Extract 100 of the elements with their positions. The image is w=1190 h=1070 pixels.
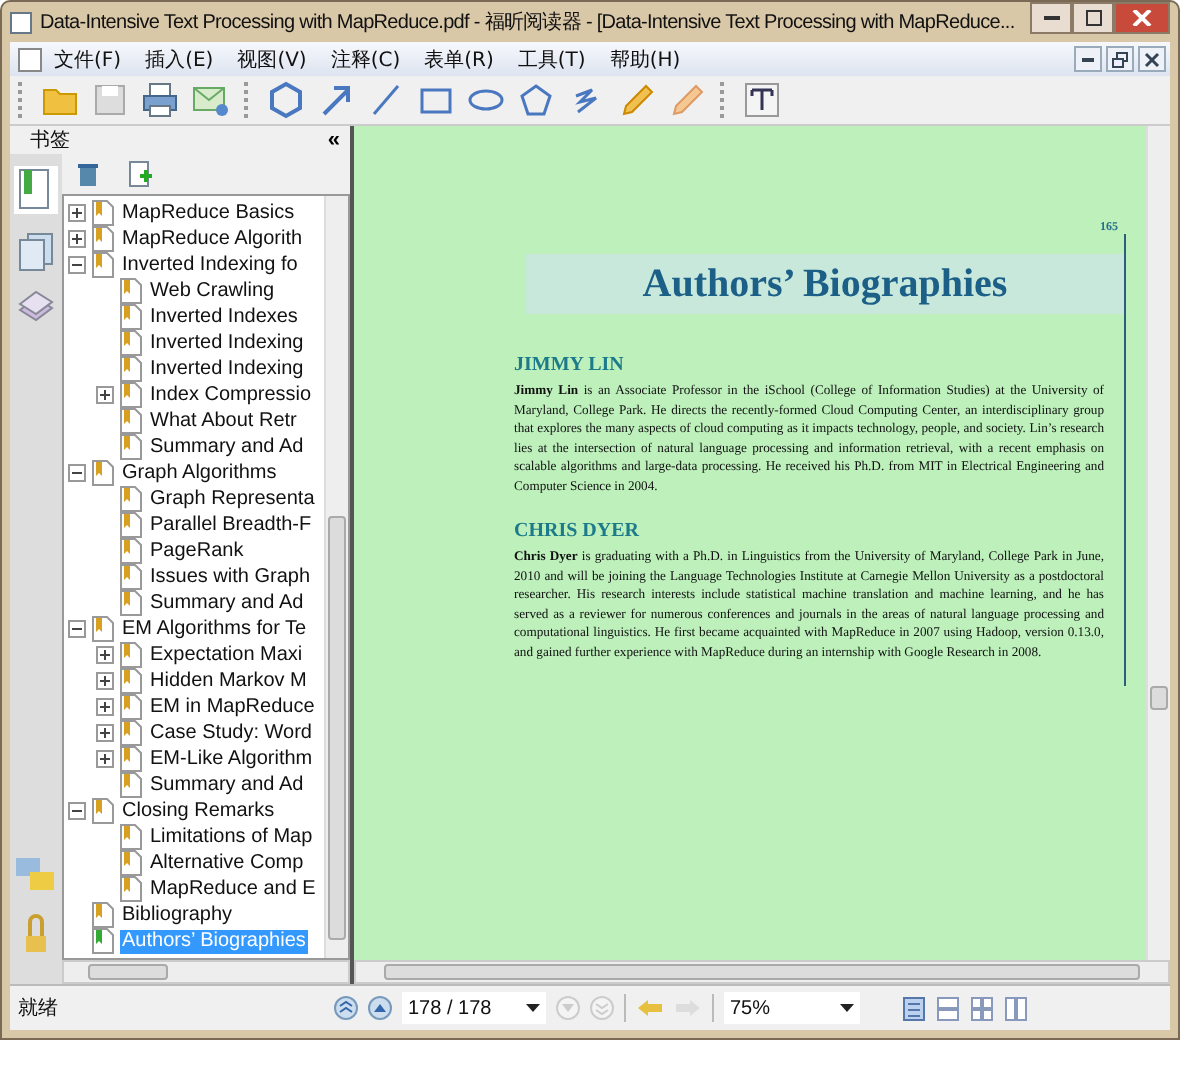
close-button[interactable]: [1138, 46, 1166, 72]
bookmarks-tab-icon[interactable]: [14, 166, 58, 214]
document-icon: [18, 47, 42, 71]
minimize-icon: [1043, 16, 1059, 20]
bookmark-item[interactable]: What About Retr: [148, 409, 299, 433]
menu-item[interactable]: 插入(E): [145, 45, 214, 73]
bookmark-item[interactable]: Inverted Indexing fo: [120, 253, 300, 277]
bookmark-item[interactable]: EM-Like Algorithm: [148, 747, 315, 771]
single-page-icon[interactable]: [902, 995, 926, 1021]
first-page-button[interactable]: [334, 996, 358, 1020]
bookmark-icon: [92, 616, 114, 642]
expand-icon[interactable]: [96, 386, 118, 404]
expand-icon[interactable]: [96, 672, 118, 690]
collapse-icon[interactable]: [68, 802, 90, 820]
collapse-button[interactable]: «: [327, 129, 340, 151]
bookmark-icon: [120, 772, 142, 798]
scrollbar[interactable]: [324, 196, 348, 958]
expand-icon[interactable]: [96, 646, 118, 664]
bookmark-add-icon[interactable]: [126, 160, 154, 188]
bookmark-item[interactable]: Bibliography: [120, 903, 235, 927]
bookmark-icon: [120, 382, 142, 408]
maximize-button[interactable]: [1072, 2, 1114, 34]
bookmark-item[interactable]: Summary and Ad: [148, 773, 306, 797]
trash-icon[interactable]: [74, 160, 102, 188]
bookmark-item[interactable]: Index Compressio: [148, 383, 314, 407]
page-field[interactable]: 178 / 178: [402, 992, 546, 1024]
bookmark-item[interactable]: Limitations of Map: [148, 825, 315, 849]
bookmark-item[interactable]: EM Algorithms for Te: [120, 617, 309, 641]
bookmark-item[interactable]: MapReduce Basics: [120, 201, 297, 225]
bookmark-icon: [92, 798, 114, 824]
facing-pages-icon[interactable]: [970, 995, 994, 1021]
layers-tab-icon[interactable]: [14, 290, 58, 326]
bookmark-item[interactable]: Case Study: Word: [148, 721, 314, 745]
collapse-icon[interactable]: [68, 256, 90, 274]
restore-button[interactable]: [1106, 46, 1134, 72]
bookmark-item[interactable]: Inverted Indexing: [148, 331, 306, 355]
bookmark-item[interactable]: Closing Remarks: [120, 799, 277, 823]
bookmark-item[interactable]: PageRank: [148, 539, 246, 563]
collapse-icon[interactable]: [68, 620, 90, 638]
minimize-button[interactable]: [1074, 46, 1102, 72]
polygon-icon[interactable]: [266, 80, 306, 120]
menu-item[interactable]: 视图(V): [237, 45, 307, 73]
bookmark-item[interactable]: Alternative Comp: [148, 851, 306, 875]
pages-tab-icon[interactable]: [14, 230, 58, 274]
scrollbar[interactable]: [1146, 126, 1170, 960]
expand-icon[interactable]: [96, 724, 118, 742]
expand-icon[interactable]: [96, 698, 118, 716]
minimize-button[interactable]: [1030, 2, 1072, 34]
caret-icon[interactable]: [526, 1004, 540, 1012]
bookmark-item[interactable]: Summary and Ad: [148, 435, 306, 459]
bookmark-item[interactable]: Hidden Markov M: [148, 669, 309, 693]
save-icon[interactable]: [90, 80, 130, 120]
bookmark-icon: [120, 642, 142, 668]
bookmark-icon: [120, 330, 142, 356]
expand-icon[interactable]: [68, 230, 90, 248]
bookmark-icon: [120, 694, 142, 720]
bookmark-item[interactable]: Inverted Indexing: [148, 357, 306, 381]
bookmark-icon: [92, 252, 114, 278]
bookmark-icon: [120, 850, 142, 876]
zoom-field[interactable]: 75%: [724, 992, 860, 1024]
scrollbar[interactable]: [354, 960, 1170, 984]
bookmark-item[interactable]: MapReduce and E: [148, 877, 318, 901]
continuous-page-icon[interactable]: [936, 995, 960, 1021]
pentagon-icon[interactable]: [516, 80, 556, 120]
printer-icon[interactable]: [140, 80, 180, 120]
bookmark-item[interactable]: Expectation Maxi: [148, 643, 305, 667]
bookmark-icon: [120, 824, 142, 850]
section-heading: CHRIS DYER: [514, 520, 642, 542]
bookmark-item[interactable]: Web Crawling: [148, 279, 277, 303]
expand-icon[interactable]: [96, 750, 118, 768]
caret-icon[interactable]: [840, 1004, 854, 1012]
bookmark-icon: [92, 226, 114, 252]
bookmark-item[interactable]: Issues with Graph: [148, 565, 313, 589]
bookmark-item[interactable]: Summary and Ad: [148, 591, 306, 615]
bookmark-icon: [120, 720, 142, 746]
bookmark-icon: [120, 668, 142, 694]
minimize-icon: [1082, 57, 1094, 61]
scrollbar[interactable]: [62, 960, 350, 984]
bookmark-item[interactable]: Graph Representa: [148, 487, 317, 511]
section-heading: JIMMY LIN: [514, 354, 626, 376]
bookmark-icon: [120, 278, 142, 304]
menu-item[interactable]: 文件(F): [54, 45, 122, 73]
text-tool-icon[interactable]: [742, 80, 782, 120]
close-icon: [1132, 10, 1152, 26]
menu-item[interactable]: 帮助(H): [609, 45, 681, 73]
menu-item[interactable]: 表单(R): [424, 45, 494, 73]
bookmark-item[interactable]: EM in MapReduce: [148, 695, 317, 719]
bookmark-icon: [120, 304, 142, 330]
previous-page-button[interactable]: [368, 996, 392, 1020]
menu-item[interactable]: 工具(T): [517, 45, 586, 73]
expand-icon[interactable]: [68, 204, 90, 222]
bookmark-item[interactable]: MapReduce Algorith: [120, 227, 305, 251]
menu-item[interactable]: 注释(C): [330, 45, 401, 73]
bookmark-item[interactable]: Parallel Breadth-F: [148, 513, 314, 537]
collapse-icon[interactable]: [68, 464, 90, 482]
bookmark-icon: [92, 200, 114, 226]
continuous-facing-icon[interactable]: [1004, 995, 1028, 1021]
close-button[interactable]: [1114, 2, 1170, 34]
bookmark-item[interactable]: Graph Algorithms: [120, 461, 279, 485]
bookmark-item[interactable]: Inverted Indexes: [148, 305, 300, 329]
